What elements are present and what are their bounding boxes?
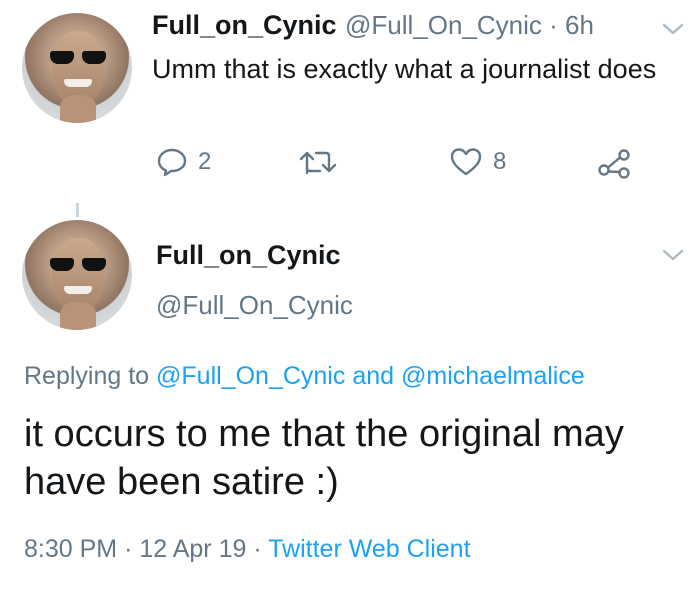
tweet2-text: it occurs to me that the original may ha… [24, 413, 624, 503]
avatar-mouth [64, 286, 92, 294]
tweet2-date[interactable]: 12 Apr 19 [139, 535, 246, 563]
tweet1-author-handle[interactable]: @Full_On_Cynic [345, 10, 542, 40]
avatar-face [52, 31, 104, 103]
tweet1-time[interactable]: 6h [565, 10, 594, 40]
avatar-hands [60, 302, 96, 330]
retweet-button[interactable] [298, 146, 348, 178]
tweet1-separator: · [549, 10, 558, 40]
tweet2-time[interactable]: 8:30 PM [24, 535, 117, 563]
reply-icon [157, 148, 187, 177]
thread-connector [76, 203, 79, 217]
footer-separator: · [124, 535, 133, 563]
avatar-sunglasses [50, 51, 106, 65]
footer-separator: · [253, 535, 262, 563]
heart-icon [450, 148, 482, 176]
avatar-face [52, 238, 104, 310]
tweet2-author-handle[interactable]: @Full_On_Cynic [156, 290, 353, 321]
reply-mention-link[interactable]: @michaelmalice [401, 362, 585, 390]
share-button[interactable] [596, 146, 632, 180]
like-count: 8 [493, 148, 507, 175]
chevron-down-icon[interactable] [662, 248, 684, 262]
tweet1-author-name[interactable]: Full_on_Cynic [152, 10, 337, 41]
avatar[interactable] [22, 13, 132, 123]
share-icon [598, 149, 630, 179]
reply-and-text: and [352, 362, 395, 390]
tweet2-author-name[interactable]: Full_on_Cynic [156, 240, 341, 271]
tweet2-client-link[interactable]: Twitter Web Client [268, 535, 470, 563]
retweet-icon [299, 151, 337, 175]
reply-count: 2 [198, 148, 212, 175]
chevron-down-icon[interactable] [662, 22, 684, 36]
tweet1-author-meta: @Full_On_Cynic · 6h [345, 10, 594, 41]
avatar-sunglasses [50, 258, 106, 272]
replying-to: Replying to @Full_On_Cynic and @michaelm… [24, 362, 585, 391]
avatar[interactable] [22, 220, 132, 330]
replying-to-prefix: Replying to [24, 362, 150, 390]
reply-button[interactable]: 2 [156, 146, 211, 178]
avatar-mouth [64, 79, 92, 87]
tweet2-footer: 8:30 PM · 12 Apr 19 · Twitter Web Client [24, 535, 471, 564]
tweet1-text: Umm that is exactly what a journalist do… [152, 54, 657, 84]
reply-mention-link[interactable]: @Full_On_Cynic [156, 362, 345, 390]
avatar-hands [60, 95, 96, 123]
like-button[interactable]: 8 [449, 146, 506, 178]
